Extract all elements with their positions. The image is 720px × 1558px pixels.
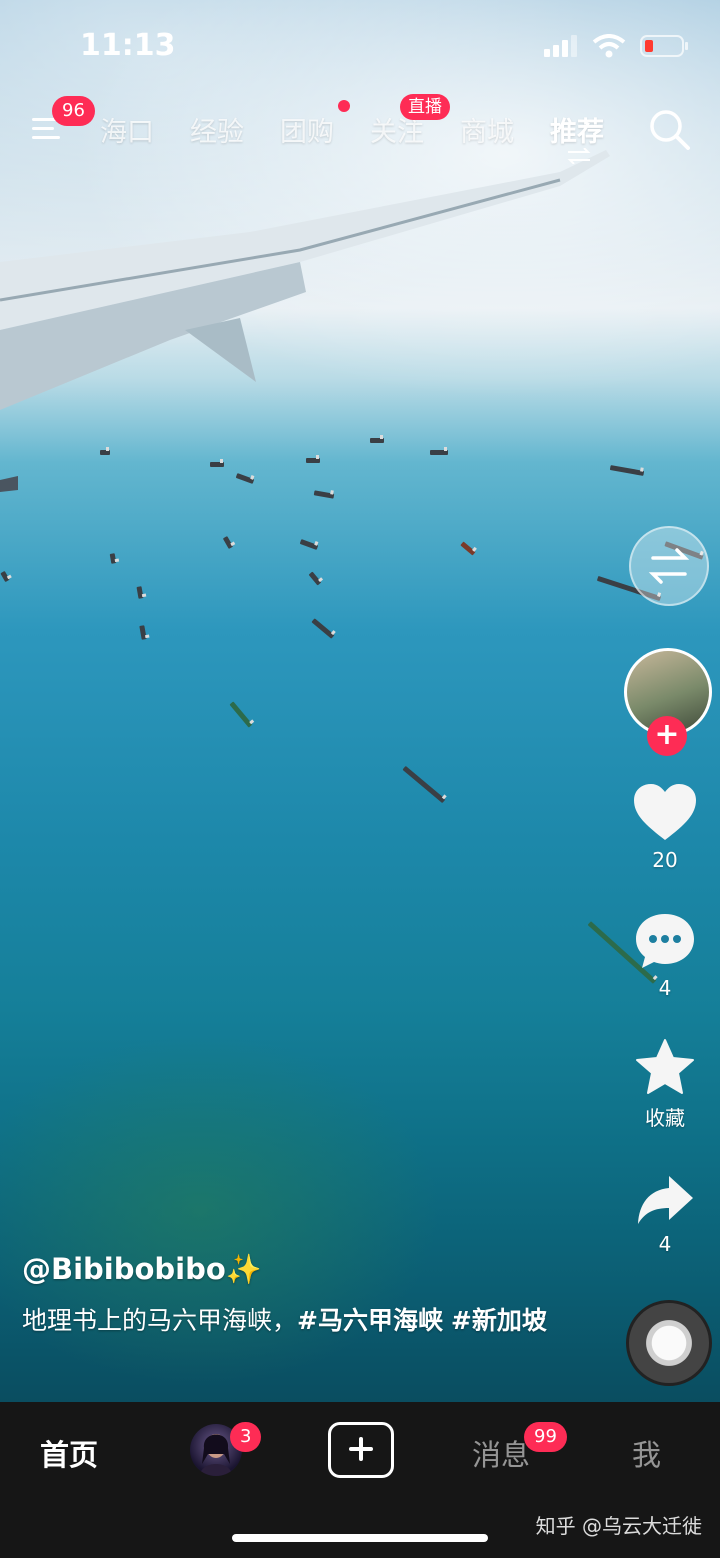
ship (100, 447, 110, 455)
ship (299, 539, 319, 550)
ship (311, 618, 335, 639)
tab-mall[interactable]: 商城 (460, 110, 514, 149)
favorite-label: 收藏 (645, 1106, 685, 1130)
music-disc[interactable] (626, 1300, 712, 1386)
ship (308, 571, 322, 586)
ship (229, 701, 253, 728)
switch-view-button[interactable] (629, 526, 709, 606)
hashtag[interactable]: #新加坡 (451, 1306, 547, 1335)
nav-home[interactable]: 首页 (40, 1432, 98, 1474)
status-bar: 11:13 (0, 0, 720, 90)
plus-icon (349, 1437, 373, 1461)
like-count: 20 (652, 848, 678, 872)
comment-count: 4 (658, 976, 672, 1000)
ship (139, 625, 147, 640)
tab-experience[interactable]: 经验 (190, 110, 244, 149)
share-count: 4 (658, 1232, 672, 1256)
tab-location[interactable]: 海口 (100, 110, 154, 149)
ship (210, 459, 224, 467)
home-indicator (232, 1534, 488, 1542)
description-text: 地理书上的马六甲海峡， (22, 1306, 298, 1335)
ship (0, 570, 10, 583)
ship (306, 455, 320, 463)
comment-button[interactable]: 4 (610, 912, 720, 1000)
tab-group-buy[interactable]: 团购 (280, 110, 334, 149)
star-icon (636, 1039, 694, 1094)
search-icon[interactable] (648, 108, 692, 152)
swap-icon (648, 548, 690, 584)
top-navigation: 96 海口 经验 团购 关注 直播 商城 推荐 (0, 94, 720, 164)
follow-button[interactable]: + (647, 716, 687, 756)
ship (136, 586, 144, 599)
share-icon (638, 1176, 693, 1224)
ship (402, 765, 446, 804)
swap-arrows-icon (567, 148, 591, 164)
live-badge: 直播 (400, 94, 450, 120)
favorite-button[interactable]: 收藏 (610, 1038, 720, 1131)
video-caption: @Bibibobibo✨ 地理书上的马六甲海峡，#马六甲海峡 #新加坡 (22, 1252, 582, 1339)
battery-icon (640, 35, 688, 57)
heart-icon (634, 784, 696, 840)
author-name[interactable]: @Bibibobibo✨ (22, 1252, 582, 1287)
shallow-water (0, 1020, 460, 1400)
nav-me[interactable]: 我 (632, 1432, 661, 1474)
like-button[interactable]: 20 (610, 784, 720, 872)
watermark: 知乎 @乌云大迁徙 (535, 1514, 702, 1538)
menu-badge: 96 (52, 96, 95, 126)
wifi-icon (592, 34, 626, 58)
video-description: 地理书上的马六甲海峡，#马六甲海峡 #新加坡 (22, 1303, 582, 1339)
clock: 11:13 (80, 28, 176, 63)
bottom-navigation: 首页 3 消息 99 我 知乎 @乌云大迁徙 (0, 1402, 720, 1558)
video-player[interactable]: 11:13 96 海口 经验 团购 关注 直播 商城 推荐 + 20 4 收藏 … (0, 0, 720, 1402)
ship (430, 447, 448, 455)
cellular-signal-icon (544, 35, 577, 57)
comment-icon (636, 914, 694, 968)
ship (460, 541, 476, 556)
messages-badge: 99 (524, 1422, 567, 1452)
group-buy-dot (338, 100, 350, 112)
tab-recommend[interactable]: 推荐 (550, 110, 604, 149)
hashtag[interactable]: #马六甲海峡 (297, 1306, 443, 1335)
create-button[interactable] (328, 1422, 394, 1478)
nav-messages[interactable]: 消息 (472, 1432, 530, 1474)
share-button[interactable]: 4 (610, 1172, 720, 1256)
ship (222, 536, 234, 549)
ship (370, 435, 384, 443)
friends-badge: 3 (230, 1422, 262, 1452)
ship (109, 553, 117, 564)
